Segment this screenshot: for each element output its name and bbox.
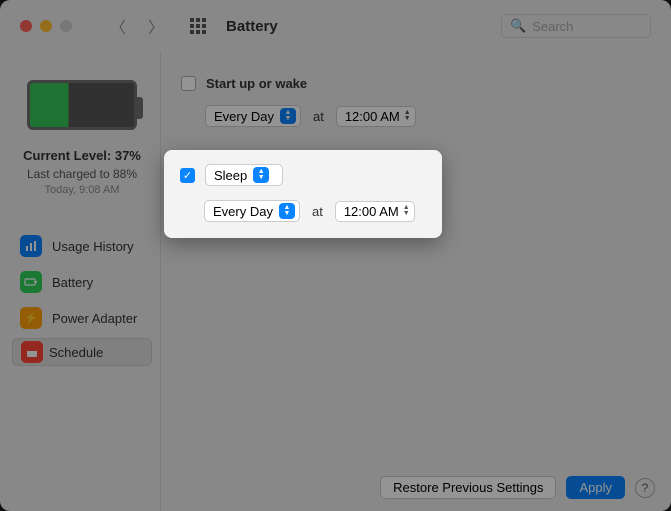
bolt-icon: ⚡ bbox=[20, 307, 42, 329]
chevron-updown-icon: ▲▼ bbox=[253, 167, 269, 183]
sidebar-item-label: Usage History bbox=[52, 239, 134, 254]
sleep-checkbox[interactable]: ✓ bbox=[180, 168, 195, 183]
search-placeholder: Search bbox=[532, 19, 573, 34]
chart-icon bbox=[20, 235, 42, 257]
startup-day-value: Every Day bbox=[214, 109, 274, 124]
battery-preferences-window: 〈 〉 Battery 🔍 Search Current Level: 37% … bbox=[0, 0, 671, 511]
apply-button[interactable]: Apply bbox=[566, 476, 625, 499]
search-icon: 🔍 bbox=[510, 18, 526, 34]
minimize-icon[interactable] bbox=[40, 20, 52, 32]
at-label: at bbox=[312, 204, 323, 219]
sidebar-item-schedule[interactable]: Schedule bbox=[12, 338, 152, 366]
startup-checkbox[interactable] bbox=[181, 76, 196, 91]
search-field[interactable]: 🔍 Search bbox=[501, 14, 651, 38]
back-icon[interactable]: 〈 bbox=[110, 14, 126, 38]
startup-label: Start up or wake bbox=[206, 76, 307, 91]
sleep-day-value: Every Day bbox=[213, 204, 273, 219]
sidebar-item-power-adapter[interactable]: ⚡ Power Adapter bbox=[12, 302, 152, 334]
sleep-day-select[interactable]: Every Day ▲▼ bbox=[204, 200, 300, 222]
startup-time-field[interactable]: 12:00 AM ▲▼ bbox=[336, 106, 416, 127]
sidebar-item-usage-history[interactable]: Usage History bbox=[12, 230, 152, 262]
body: Current Level: 37% Last charged to 88% T… bbox=[0, 52, 671, 511]
sleep-time-value: 12:00 AM bbox=[344, 204, 399, 219]
last-charged-label: Last charged to 88% bbox=[27, 167, 137, 181]
current-level-label: Current Level: 37% bbox=[23, 148, 141, 163]
sleep-action-value: Sleep bbox=[214, 168, 247, 183]
startup-options-row: Every Day ▲▼ at 12:00 AM ▲▼ bbox=[205, 105, 651, 127]
sidebar-menu: Usage History Battery ⚡ Power Adapter Sc… bbox=[12, 230, 152, 366]
footer: Restore Previous Settings Apply ? bbox=[380, 476, 655, 499]
stepper-icon[interactable]: ▲▼ bbox=[404, 110, 411, 122]
sidebar-item-label: Schedule bbox=[49, 345, 103, 360]
content-pane: Start up or wake Every Day ▲▼ at 12:00 A… bbox=[160, 52, 671, 511]
startup-time-value: 12:00 AM bbox=[345, 109, 400, 124]
battery-small-icon bbox=[20, 271, 42, 293]
sleep-schedule-card: ✓ Sleep ▲▼ Every Day ▲▼ at 12:00 AM ▲▼ bbox=[164, 150, 442, 238]
help-button[interactable]: ? bbox=[635, 478, 655, 498]
stepper-icon[interactable]: ▲▼ bbox=[403, 205, 410, 217]
startup-row: Start up or wake bbox=[181, 76, 651, 91]
forward-icon: 〉 bbox=[148, 14, 164, 38]
sidebar: Current Level: 37% Last charged to 88% T… bbox=[0, 52, 160, 511]
nav-back-forward: 〈 〉 bbox=[110, 14, 164, 38]
startup-day-select[interactable]: Every Day ▲▼ bbox=[205, 105, 301, 127]
window-controls bbox=[20, 20, 72, 32]
chevron-updown-icon: ▲▼ bbox=[279, 203, 295, 219]
restore-button[interactable]: Restore Previous Settings bbox=[380, 476, 556, 499]
calendar-icon bbox=[21, 341, 43, 363]
sidebar-item-label: Power Adapter bbox=[52, 311, 137, 326]
page-title: Battery bbox=[226, 18, 278, 35]
last-charged-time: Today, 9:08 AM bbox=[44, 184, 119, 196]
sleep-options-row: Every Day ▲▼ at 12:00 AM ▲▼ bbox=[204, 200, 426, 222]
sleep-action-select[interactable]: Sleep ▲▼ bbox=[205, 164, 283, 186]
close-icon[interactable] bbox=[20, 20, 32, 32]
show-all-icon[interactable] bbox=[190, 18, 206, 34]
zoom-icon bbox=[60, 20, 72, 32]
titlebar: 〈 〉 Battery 🔍 Search bbox=[0, 0, 671, 52]
chevron-updown-icon: ▲▼ bbox=[280, 108, 296, 124]
sleep-time-field[interactable]: 12:00 AM ▲▼ bbox=[335, 201, 415, 222]
sleep-row: ✓ Sleep ▲▼ bbox=[180, 164, 426, 186]
sidebar-item-label: Battery bbox=[52, 275, 93, 290]
battery-icon bbox=[27, 80, 137, 130]
at-label: at bbox=[313, 109, 324, 124]
sidebar-item-battery[interactable]: Battery bbox=[12, 266, 152, 298]
